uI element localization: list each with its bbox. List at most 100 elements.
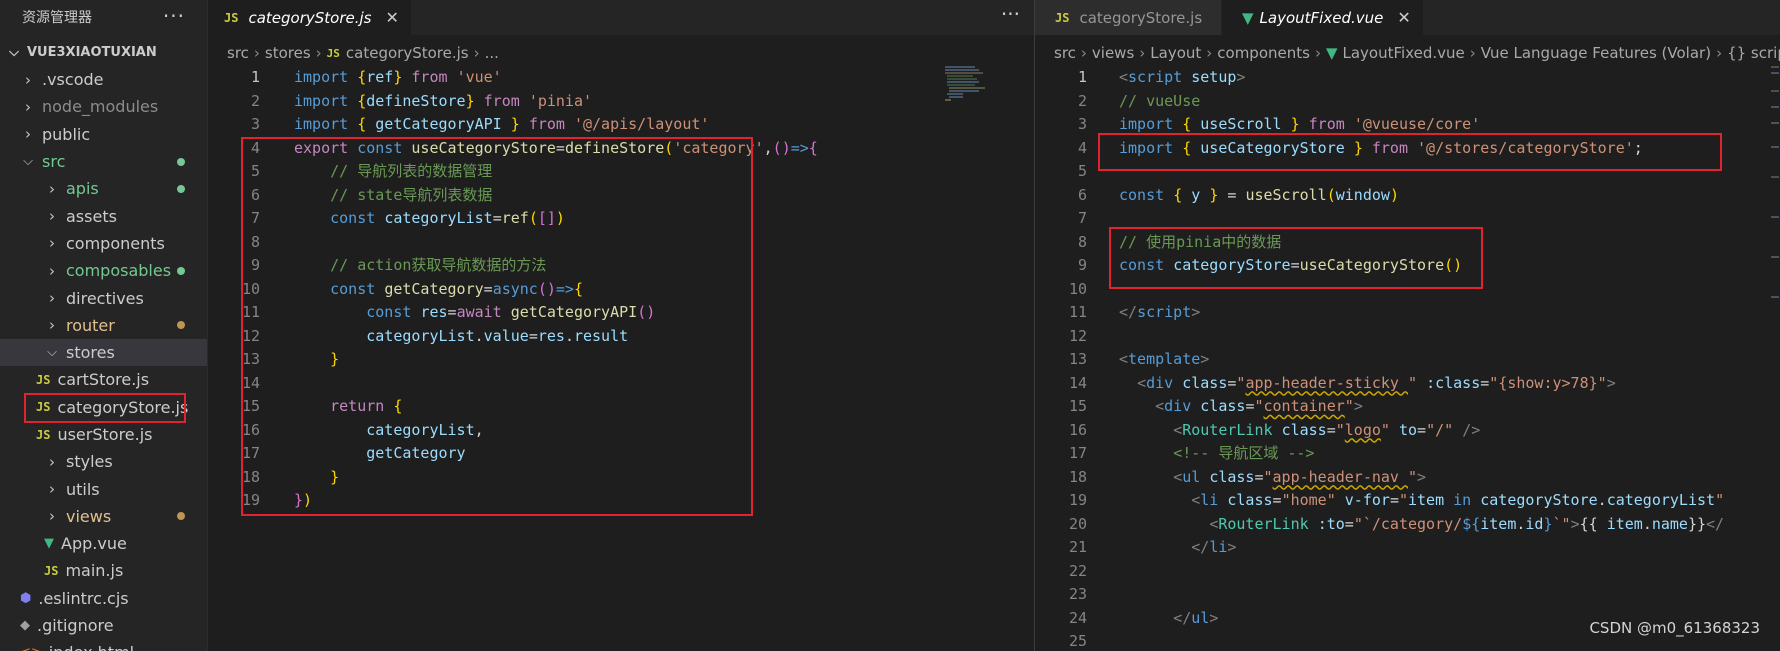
code-text: <ul class="app-header-nav ">: [1173, 467, 1427, 486]
tab-categorystore[interactable]: JS categoryStore.js ✕: [208, 0, 412, 35]
line-number: 19: [1068, 491, 1087, 509]
tree-item[interactable]: ◆ .gitignore: [0, 612, 207, 639]
tree-item[interactable]: ▼ App.vue: [0, 530, 207, 557]
breadcrumb-item[interactable]: components: [1217, 44, 1310, 62]
breadcrumb-item[interactable]: {} script setup: [1727, 44, 1780, 62]
more-actions-icon[interactable]: ···: [163, 4, 185, 28]
breadcrumb-separator: ›: [473, 44, 480, 62]
code-line: 19 <li class="home" v-for="item in categ…: [1035, 489, 1780, 513]
line-number: 4: [1077, 138, 1087, 157]
tree-item[interactable]: › assets: [0, 202, 207, 229]
explorer-sidebar: 资源管理器 ··· ⌵ VUE3XIAOTUXIAN › .vscode › node…: [0, 0, 207, 651]
line-number: 22: [1068, 561, 1087, 580]
chevron-right-icon: ›: [25, 97, 31, 116]
breadcrumb-item[interactable]: src: [227, 44, 249, 62]
tree-item[interactable]: › composables: [0, 257, 207, 284]
tree-item[interactable]: JS userStore.js: [0, 421, 207, 448]
line-number: 15: [1068, 397, 1087, 415]
highlight-box-usage: [1109, 227, 1483, 289]
tree-item[interactable]: › router: [0, 312, 207, 339]
tree-item[interactable]: › public: [0, 121, 207, 148]
tree-item-label: composables: [66, 261, 172, 281]
minimap[interactable]: [945, 66, 985, 106]
code-text: const { y } = useScroll(window): [1119, 185, 1399, 204]
chevron-right-icon: ›: [25, 70, 31, 89]
tree-item[interactable]: ⌵ stores: [0, 338, 207, 367]
js-file-icon: JS: [224, 10, 239, 25]
tree-item[interactable]: ⬢ .eslintrc.cjs: [0, 585, 207, 612]
line-number: 9: [1077, 256, 1087, 274]
tree-item[interactable]: JS cartStore.js: [0, 366, 207, 393]
js-file-icon: JS: [1055, 10, 1070, 25]
close-icon[interactable]: ✕: [1397, 8, 1410, 27]
minimap-scrollbar[interactable]: [1767, 66, 1780, 316]
tree-item[interactable]: ⌵ src: [0, 148, 207, 175]
tree-item[interactable]: › utils: [0, 475, 207, 502]
tree-item-label: index.html: [49, 643, 134, 651]
breadcrumb-separator: ›: [253, 44, 260, 62]
breadcrumb-item[interactable]: stores: [265, 44, 311, 62]
line-number: 12: [1068, 326, 1087, 345]
tree-item-label: views: [66, 506, 112, 526]
tree-item[interactable]: › .vscode: [0, 66, 207, 93]
breadcrumb-item[interactable]: LayoutFixed.vue: [1343, 44, 1465, 62]
breadcrumb-item[interactable]: views: [1092, 44, 1134, 62]
line-number: 17: [1068, 444, 1087, 462]
chevron-right-icon: ›: [49, 507, 55, 526]
workspace-root-label: VUE3XIAOTUXIAN: [27, 44, 157, 60]
code-text: <!-- 导航区域 -->: [1173, 444, 1315, 462]
code-line: 18 <ul class="app-header-nav ">: [1035, 466, 1780, 490]
tab-layoutfixed[interactable]: ▼ LayoutFixed.vue ✕: [1222, 0, 1424, 35]
js-file-icon: JS: [326, 46, 340, 60]
code-line: 2 // vueUse: [1035, 90, 1780, 114]
code-line: 20 <RouterLink :to="`/category/${item.id…: [1035, 513, 1780, 537]
line-number: 2: [1077, 91, 1087, 110]
breadcrumb-item[interactable]: Vue Language Features (Volar): [1481, 44, 1711, 62]
breadcrumb-item[interactable]: Layout: [1150, 44, 1201, 62]
breadcrumb-separator: ›: [1206, 44, 1213, 62]
code-text: import {ref} from 'vue': [294, 68, 502, 86]
chevron-down-icon: ⌵: [47, 345, 57, 361]
code-text: <script setup>: [1119, 68, 1246, 86]
tab-categorystore-inactive[interactable]: JS categoryStore.js: [1035, 0, 1222, 35]
chevron-right-icon: ›: [49, 179, 55, 198]
code-text: <div class="app-header-sticky " :class="…: [1137, 373, 1616, 392]
tree-item[interactable]: › components: [0, 230, 207, 257]
tree-item-label: node_modules: [42, 97, 159, 117]
line-number: 3: [250, 115, 260, 133]
line-number: 25: [1068, 632, 1087, 650]
tab-label: categoryStore.js: [1079, 8, 1203, 27]
code-line: 13 <template>: [1035, 348, 1780, 372]
tree-item[interactable]: › views: [0, 503, 207, 530]
code-line: 22: [1035, 560, 1780, 584]
tree-item-label: styles: [66, 452, 113, 472]
tree-item[interactable]: › styles: [0, 448, 207, 475]
close-icon[interactable]: ✕: [385, 8, 398, 27]
tree-item-label: assets: [66, 206, 117, 226]
breadcrumb-item[interactable]: categoryStore.js: [346, 44, 469, 62]
workspace-root[interactable]: ⌵ VUE3XIAOTUXIAN: [0, 38, 207, 66]
tree-item[interactable]: JS categoryStore.js: [0, 392, 207, 423]
line-number: 11: [1068, 303, 1087, 321]
code-line: 6 const { y } = useScroll(window): [1035, 184, 1780, 208]
line-number: 5: [1077, 162, 1087, 180]
tree-item[interactable]: JS main.js: [0, 557, 207, 584]
code-line: 15 <div class="container">: [1035, 395, 1780, 419]
line-number: 20: [1068, 514, 1087, 533]
tab-label: LayoutFixed.vue: [1259, 8, 1384, 27]
more-actions-icon[interactable]: ···: [1001, 2, 1020, 26]
breadcrumb-item[interactable]: src: [1054, 44, 1076, 62]
code-line: 1 <script setup>: [1035, 66, 1780, 90]
code-text: <RouterLink class="logo" to="/" />: [1173, 420, 1481, 439]
tree-item[interactable]: › node_modules: [0, 93, 207, 120]
breadcrumb-separator: ›: [315, 44, 322, 62]
tree-item-label: utils: [66, 479, 100, 499]
line-number: 21: [1068, 538, 1087, 556]
tree-item[interactable]: › apis: [0, 175, 207, 202]
tree-item[interactable]: <> index.html: [0, 639, 207, 651]
code-line: 14 <div class="app-header-sticky " :clas…: [1035, 372, 1780, 396]
code-text: </ul>: [1173, 608, 1219, 627]
breadcrumb-item[interactable]: ...: [485, 44, 499, 62]
tree-item[interactable]: › directives: [0, 284, 207, 311]
highlight-box-file: [24, 392, 186, 423]
